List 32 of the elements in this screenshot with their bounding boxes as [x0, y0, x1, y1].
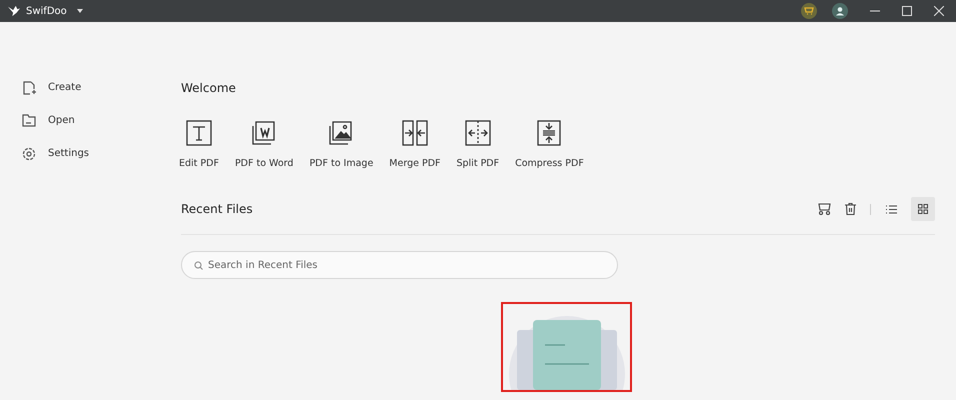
- search-field[interactable]: Search in Recent Files: [181, 251, 618, 279]
- sidebar-item[interactable]: Settings: [48, 148, 90, 159]
- section-title: Recent Files: [181, 202, 253, 216]
- maximize-icon[interactable]: [902, 6, 912, 16]
- tool-button[interactable]: Split PDF: [450, 112, 506, 175]
- tool-button[interactable]: Merge PDF: [383, 112, 446, 175]
- cart-outline-icon[interactable]: [818, 203, 831, 215]
- sidebar-item[interactable]: Open: [48, 115, 75, 126]
- text-edit-icon: [184, 118, 214, 148]
- tool-button[interactable]: PDF to Image: [303, 112, 380, 175]
- caret-icon[interactable]: [76, 9, 83, 13]
- merge-arrows-icon: [400, 118, 430, 148]
- folder-icon: [22, 114, 36, 127]
- user-icon[interactable]: [832, 3, 848, 19]
- new-file-icon: [22, 80, 36, 94]
- split-arrows-icon: [462, 118, 493, 148]
- tool-button[interactable]: Edit PDF: [173, 112, 225, 175]
- grid-view-button[interactable]: [911, 197, 935, 221]
- tool-button[interactable]: Compress PDF: [509, 112, 590, 175]
- settings-icon: [22, 146, 36, 160]
- bird-logo-icon: [7, 5, 21, 17]
- tool-button[interactable]: PDF to Word: [228, 112, 300, 175]
- trash-icon[interactable]: [845, 203, 856, 215]
- grid-icon: [918, 204, 928, 214]
- section-title: Welcome: [181, 81, 237, 95]
- sidebar-item[interactable]: Create: [48, 82, 82, 93]
- close-icon[interactable]: [934, 6, 944, 16]
- cart-icon[interactable]: [801, 3, 817, 19]
- minimize-icon[interactable]: [870, 10, 880, 12]
- app-title: SwifDoo: [26, 6, 67, 16]
- search-icon: [194, 261, 203, 270]
- list-icon: [886, 204, 896, 214]
